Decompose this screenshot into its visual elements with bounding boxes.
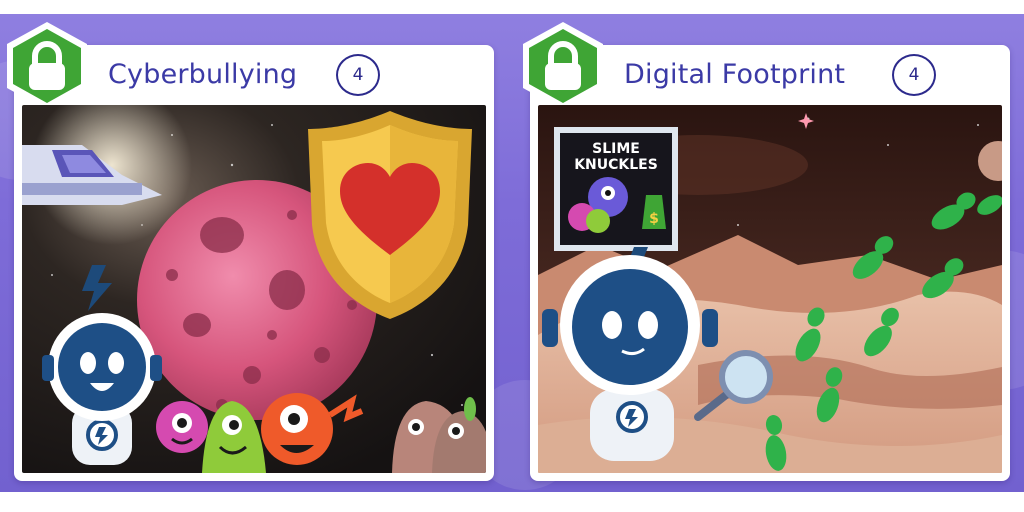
lock-badge	[523, 22, 603, 110]
poster-title-line-2: KNUCKLES	[574, 157, 658, 173]
lesson-card-cyberbullying[interactable]: Cyberbullying 4	[7, 22, 494, 481]
lock-badge	[7, 22, 87, 110]
card-title: Cyberbullying	[108, 59, 298, 90]
lesson-card-digital-footprint[interactable]: Digital Footprint 4 SLIME KNUCKLES $	[523, 22, 1010, 481]
svg-text:$: $	[649, 211, 659, 227]
lesson-illustration	[22, 105, 486, 473]
poster: SLIME KNUCKLES $	[554, 127, 678, 251]
lesson-count-badge: 4	[336, 54, 380, 96]
lesson-illustration: SLIME KNUCKLES $	[538, 105, 1002, 473]
monster	[156, 401, 208, 453]
poster-title-line-1: SLIME	[592, 141, 640, 157]
card-title: Digital Footprint	[624, 59, 846, 90]
lesson-count-badge: 4	[892, 54, 936, 96]
